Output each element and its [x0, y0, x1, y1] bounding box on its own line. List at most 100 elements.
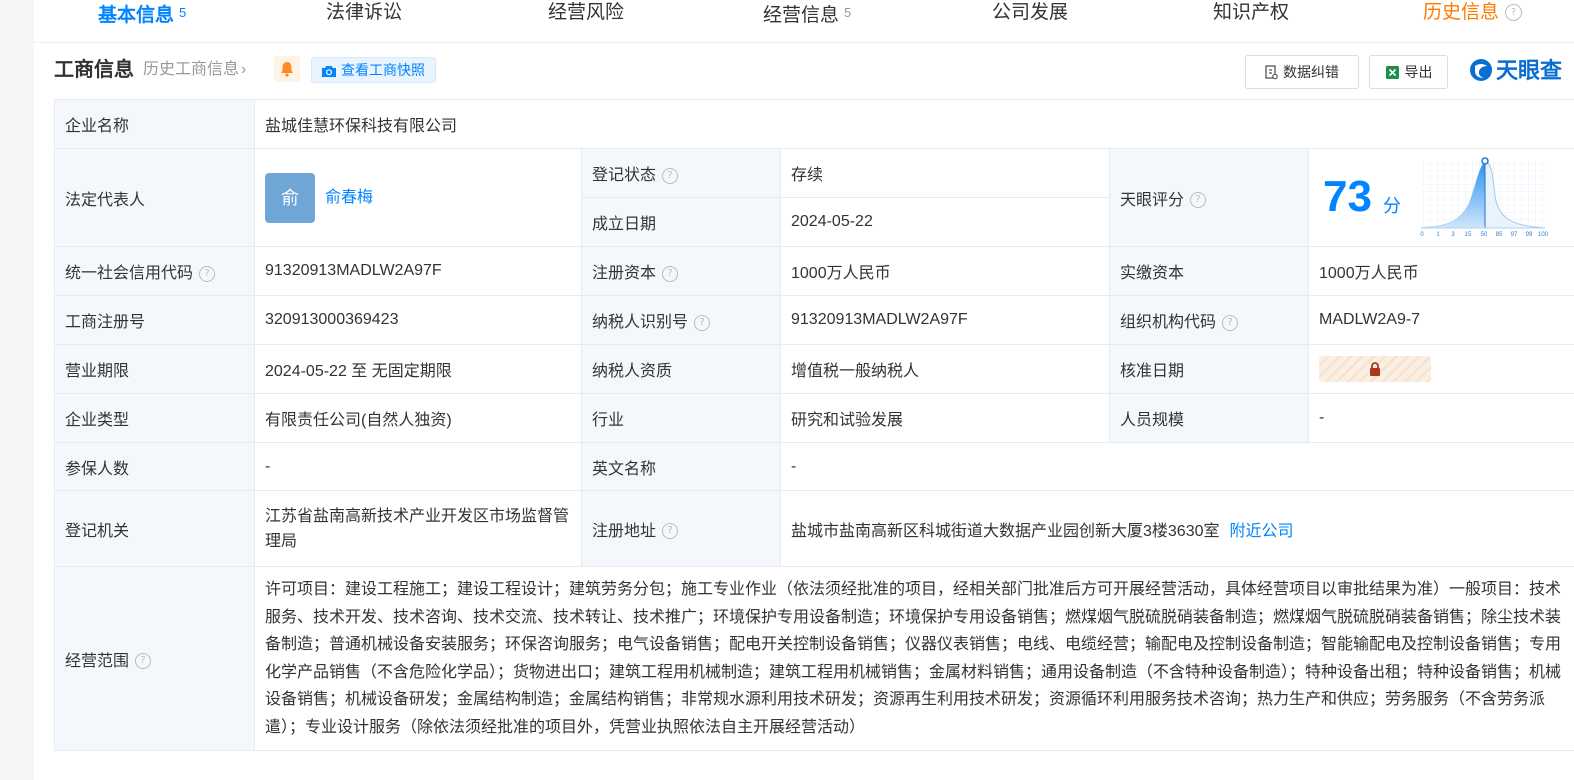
tab-risk[interactable]: 经营风险: [548, 0, 624, 42]
score-axis-tick: 1: [1436, 232, 1440, 238]
field-label: 登记机关: [54, 490, 255, 567]
legal-rep-link[interactable]: 俞春梅: [325, 189, 373, 206]
help-icon[interactable]: ?: [199, 265, 216, 282]
help-icon[interactable]: ?: [1222, 314, 1239, 331]
tab-bar: 基本信息 5 法律诉讼 经营风险 经营信息 5 公司发展 知识产权 历史信息?: [33, 0, 1574, 43]
export-button[interactable]: 导出: [1369, 55, 1448, 89]
section-header: 工商信息 历史工商信息 › 查看工商快照 数据纠错 导出 天眼查: [54, 55, 1574, 89]
help-icon[interactable]: ?: [135, 653, 152, 670]
tab-count: 5: [844, 5, 852, 20]
tab-basic-info[interactable]: 基本信息 5: [33, 0, 243, 42]
field-label: 参保人数: [54, 442, 255, 491]
table-row: 统一社会信用代码? 91320913MADLW2A97F 注册资本? 1000万…: [54, 246, 1574, 296]
address-value: 盐城市盐南高新区科城街道大数据产业园创新大厦3楼3630室: [791, 522, 1220, 540]
lock-icon: [1370, 362, 1380, 376]
score-axis-tick: 100: [1538, 232, 1549, 238]
snapshot-button[interactable]: 查看工商快照: [311, 57, 436, 83]
reg-capital-value: 1000万人民币: [780, 246, 1110, 296]
field-label: 核准日期: [1109, 344, 1309, 394]
field-label: 营业期限: [54, 344, 255, 394]
field-label-cell: 统一社会信用代码?: [54, 246, 255, 296]
table-row: 参保人数 - 英文名称 -: [54, 442, 1574, 491]
table-row: 企业名称 盐城佳慧环保科技有限公司: [54, 99, 1574, 149]
locked-value[interactable]: [1319, 356, 1431, 382]
score-distribution-chart: 0 1 3 15 50 85 97 99 100: [1420, 156, 1549, 238]
field-label-cell: 经营范围?: [54, 566, 255, 751]
field-label: 人员规模: [1109, 393, 1309, 443]
excel-icon: [1385, 66, 1399, 79]
field-label: 英文名称: [581, 442, 781, 491]
edit-doc-icon: [1265, 65, 1278, 80]
field-label-cell: 组织机构代码?: [1109, 295, 1309, 345]
table-row: 法定代表人 俞俞春梅 登记状态? 存续 天眼评分? 73 分 0 1 3 15 …: [54, 148, 1574, 247]
en-name-value: -: [779, 442, 1574, 491]
score-axis-tick: 99: [1526, 232, 1533, 238]
field-label-cell: 天眼评分?: [1109, 148, 1309, 247]
score-axis-tick: 97: [1511, 232, 1518, 238]
table-row: 登记机关 江苏省盐南高新技术产业开发区市场监督管理局 注册地址? 盐城市盐南高新…: [54, 490, 1574, 567]
biz-reg-no-value: 320913000369423: [254, 295, 582, 345]
avatar[interactable]: 俞: [265, 172, 315, 223]
table-row: 经营范围? 许可项目：建设工程施工；建设工程设计；建筑劳务分包；施工专业作业（依…: [54, 566, 1574, 751]
field-label: 企业类型: [54, 393, 255, 443]
field-label: 纳税人资质: [581, 344, 781, 394]
found-date-value: 2024-05-22: [780, 197, 1110, 247]
field-label: 法定代表人: [54, 148, 255, 247]
section-title: 工商信息: [54, 59, 134, 81]
table-row: 工商注册号 320913000369423 纳税人识别号? 91320913MA…: [54, 295, 1574, 345]
score-axis-tick: 85: [1496, 232, 1503, 238]
credit-code-value: 91320913MADLW2A97F: [254, 246, 582, 296]
field-label: 实缴资本: [1109, 246, 1309, 296]
tab-history[interactable]: 历史信息?: [1423, 0, 1523, 42]
field-label-cell: 注册地址?: [581, 490, 781, 567]
history-link[interactable]: 历史工商信息 ›: [143, 58, 246, 82]
legal-rep-cell: 俞俞春梅: [254, 148, 582, 247]
field-label: 注册资本: [592, 265, 657, 282]
chevron-right-icon: ›: [241, 61, 247, 78]
tab-ip[interactable]: 知识产权: [1213, 0, 1289, 42]
tab-count: 5: [179, 5, 187, 20]
bell-icon[interactable]: [274, 56, 300, 82]
field-label: 登记状态: [592, 167, 657, 184]
score-axis-tick: 50: [1481, 232, 1488, 238]
tianyancha-logo-icon: [1470, 59, 1492, 81]
field-label: 成立日期: [581, 197, 781, 247]
field-label-cell: 纳税人识别号?: [581, 295, 781, 345]
score-axis-tick: 3: [1451, 232, 1455, 238]
score-widget[interactable]: 73 分 0 1 3 15 50 85 97 99 100: [1310, 150, 1574, 246]
taxpayer-id-value: 91320913MADLW2A97F: [780, 295, 1110, 345]
field-label: 纳税人识别号: [592, 314, 689, 331]
field-label: 天眼评分: [1120, 191, 1185, 209]
tab-operation[interactable]: 经营信息 5: [763, 0, 851, 42]
score-value: 73: [1323, 171, 1372, 221]
field-label: 组织机构代码: [1120, 314, 1217, 331]
data-correct-button[interactable]: 数据纠错: [1245, 55, 1359, 89]
help-icon[interactable]: ?: [1190, 192, 1207, 209]
field-label: 工商注册号: [54, 295, 255, 345]
camera-icon: [322, 66, 336, 77]
help-icon[interactable]: ?: [662, 265, 679, 282]
score-axis-tick: 0: [1420, 232, 1424, 238]
score-cell[interactable]: 73 分 0 1 3 15 50 85 97 99 100: [1307, 148, 1574, 247]
authority-value: 江苏省盐南高新技术产业开发区市场监督管理局: [254, 490, 582, 567]
business-scope-value: 许可项目：建设工程施工；建设工程设计；建筑劳务分包；施工专业作业（依法须经批准的…: [253, 566, 1574, 751]
company-name: 盐城佳慧环保科技有限公司: [253, 99, 1574, 149]
field-label: 企业名称: [54, 99, 255, 149]
score-axis-tick: 15: [1465, 232, 1472, 238]
field-label: 注册地址: [592, 522, 657, 540]
tab-legal[interactable]: 法律诉讼: [326, 0, 402, 42]
brand-logo: 天眼查: [1468, 57, 1562, 85]
type-value: 有限责任公司(自然人独资): [254, 393, 582, 443]
nearby-companies-link[interactable]: 附近公司: [1230, 523, 1294, 540]
help-icon[interactable]: ?: [662, 167, 679, 184]
tab-development[interactable]: 公司发展: [992, 0, 1068, 42]
table-row: 企业类型 有限责任公司(自然人独资) 行业 研究和试验发展 人员规模 -: [54, 393, 1574, 443]
reg-status-value: 存续: [780, 148, 1110, 198]
industry-value: 研究和试验发展: [780, 393, 1110, 443]
help-icon[interactable]: ?: [694, 314, 711, 331]
business-info-table: 企业名称 盐城佳慧环保科技有限公司 法定代表人 俞俞春梅 登记状态? 存续 天眼…: [54, 99, 1574, 751]
help-icon[interactable]: ?: [1505, 4, 1523, 21]
field-label-cell: 登记状态?: [581, 148, 781, 198]
help-icon[interactable]: ?: [662, 523, 679, 540]
table-row: 营业期限 2024-05-22 至 无固定期限 纳税人资质 增值税一般纳税人 核…: [54, 344, 1574, 394]
